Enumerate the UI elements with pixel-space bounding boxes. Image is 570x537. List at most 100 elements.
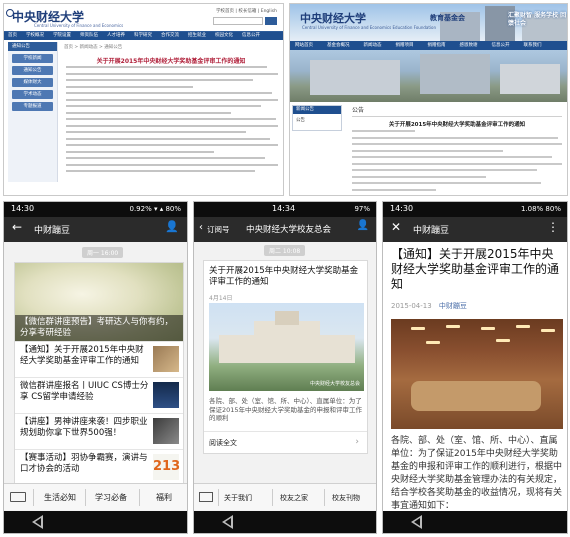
list-item-thumbnail — [153, 346, 179, 372]
keyboard-icon[interactable] — [10, 492, 26, 502]
nav-item[interactable]: 科学研究 — [134, 32, 152, 40]
back-label[interactable]: 订阅号 — [207, 224, 230, 235]
read-more-row[interactable]: 阅读全文 › — [204, 431, 367, 453]
keyboard-icon[interactable] — [199, 492, 213, 502]
list-item-thumbnail — [153, 382, 179, 408]
more-options-icon[interactable]: ⋮ — [547, 220, 559, 234]
hero-caption: 【微信群讲座预告】考研达人与你有约，分享考研经验 — [20, 317, 174, 338]
image-watermark: 中央财经大学校友总会 — [309, 381, 360, 387]
sidebar-item[interactable]: 公告 — [293, 114, 341, 126]
account-title: 中财蹦豆 — [413, 226, 450, 236]
article-date: 2015-04-13 — [391, 302, 432, 310]
nav-item[interactable]: 捐赠指南 — [428, 41, 446, 50]
sidebar-item[interactable]: 媒体财大 — [12, 78, 53, 87]
list-item[interactable]: 微信群讲座报名丨UIUC CS博士分享 CS留学申请经验 — [15, 377, 183, 413]
nav-item[interactable]: 人才培养 — [107, 32, 125, 40]
back-chevron-icon[interactable]: ‹ — [199, 222, 203, 233]
article-meta: 2015-04-13 中财蹦豆 — [391, 301, 467, 311]
close-icon[interactable]: ✕ — [391, 220, 401, 234]
campus-photo — [290, 50, 567, 102]
search-input[interactable] — [213, 17, 263, 25]
system-nav-bar — [383, 511, 567, 533]
article-card: 【微信群讲座预告】考研达人与你有约，分享考研经验 【通知】关于开展2015年中央… — [14, 262, 184, 500]
menu-tab[interactable]: 学习必备 — [95, 492, 127, 503]
menu-tab[interactable]: 校友刊物 — [332, 493, 360, 503]
section-heading: 公告 — [352, 105, 562, 117]
menu-tab[interactable]: 校友之家 — [280, 493, 308, 503]
article-card[interactable]: 关于开展2015年中央财经大学奖助基金评审工作的通知 4月14日 中央财经大学校… — [203, 260, 368, 454]
status-time: 14:30 — [11, 204, 35, 213]
profile-icon[interactable]: 👤 — [357, 220, 369, 231]
status-indicators: 0.92% ▾ ▴ 80% — [129, 205, 182, 213]
nav-item[interactable]: 学院设置 — [53, 32, 71, 40]
nav-item[interactable]: 基金会概况 — [327, 41, 350, 50]
nav-item[interactable]: 联系我们 — [524, 41, 542, 50]
status-bar: 14:34 97% — [194, 202, 376, 217]
account-title: 中财蹦豆 — [34, 226, 71, 236]
app-bar: ‹ 订阅号 中央财经大学校友总会 👤 — [194, 217, 376, 242]
article-summary: 各院、部、处（室、馆、所、中心）、直属单位：为了保证2015年中央财经大学奖助基… — [209, 397, 363, 422]
nav-item[interactable]: 捐赠项目 — [396, 41, 414, 50]
status-indicators: 97% — [354, 205, 370, 213]
account-link[interactable]: 中财蹦豆 — [439, 302, 467, 310]
list-item[interactable]: 【通知】关于开展2015年中央财经大学奖助基金评审工作的通知 — [15, 341, 183, 377]
menu-tab[interactable]: 生活必知 — [44, 492, 76, 503]
status-indicators: 1.08% 80% — [520, 205, 561, 213]
nav-item[interactable]: 校园文化 — [215, 32, 233, 40]
site-slogan: 汇聚财智 服务学校 回馈社会 — [508, 12, 567, 27]
date-stamp: 周一 16:00 — [82, 247, 124, 258]
site-logo[interactable]: 中央财经大学 — [300, 10, 366, 26]
article-title: 【通知】关于开展2015年中央财经大学奖助基金评审工作的通知 — [391, 247, 560, 291]
sidebar-item[interactable]: 专题报道 — [12, 102, 53, 111]
sidebar: 通知公告 学校新闻 通知公告 媒体财大 学术动态 专题报道 — [8, 42, 58, 182]
status-time: 14:30 — [390, 204, 414, 213]
article-body — [66, 66, 278, 177]
site-logo-suffix: 教育基金会 — [430, 14, 465, 22]
nav-item[interactable]: 首页 — [8, 32, 17, 40]
status-bar: 14:30 0.92% ▾ ▴ 80% — [4, 202, 187, 217]
menu-tab[interactable]: 关于我们 — [224, 493, 252, 503]
app-bar: ✕ 中财蹦豆 ⋮ — [383, 217, 567, 242]
article-title: 关于开展2015年中央财经大学奖助基金评审工作的通知 — [388, 122, 526, 128]
hero-article[interactable]: 【微信群讲座预告】考研达人与你有约，分享考研经验 — [15, 263, 183, 341]
profile-icon[interactable]: 👤 — [165, 220, 179, 233]
nav-item[interactable]: 合作交流 — [161, 32, 179, 40]
list-item[interactable]: 【讲座】男神讲座来袭！四步职业规划助你拿下世界500强！ — [15, 413, 183, 449]
menu-bar: 关于我们 校友之家 校友刊物 — [194, 483, 376, 510]
site-logo-subtitle: Central University of Finance and Econom… — [34, 23, 124, 28]
sidebar-item[interactable]: 学术动态 — [12, 90, 53, 99]
status-bar: 14:30 1.08% 80% — [383, 202, 567, 217]
nav-item[interactable]: 师资队伍 — [80, 32, 98, 40]
sidebar-item[interactable]: 通知公告 — [12, 66, 53, 75]
list-item-thumbnail: 213 — [153, 454, 180, 480]
phone-screen-alumni-account: 14:34 97% ‹ 订阅号 中央财经大学校友总会 👤 周二 10:08 关于… — [193, 201, 377, 534]
system-nav-bar — [194, 511, 376, 533]
menu-tab[interactable]: 福利 — [156, 492, 172, 503]
nav-item[interactable]: 感恩致谢 — [460, 41, 478, 50]
sidebar-item[interactable]: 学校新闻 — [12, 54, 53, 63]
nav-item[interactable]: 招生就业 — [188, 32, 206, 40]
back-arrow-icon[interactable]: ← — [12, 220, 22, 234]
nav-item[interactable]: 网站首页 — [295, 41, 313, 50]
web-page-foundation: 中央财经大学 教育基金会 Central University of Finan… — [289, 3, 568, 196]
top-links[interactable]: 学校首页 | 校长信箱 | English — [216, 8, 277, 14]
sidebar: 新闻公告 公告 — [292, 105, 342, 131]
list-item-title: 微信群讲座报名丨UIUC CS博士分享 CS留学申请经验 — [20, 381, 149, 402]
search-button[interactable] — [265, 17, 277, 25]
nav-item[interactable]: 信息公开 — [242, 32, 260, 40]
list-item-thumbnail — [153, 418, 179, 444]
web-page-university: 中央财经大学 Central University of Finance and… — [3, 3, 284, 196]
menu-bar: 生活必知 学习必备 福利 — [4, 483, 187, 510]
phone-screen-article: 14:30 1.08% 80% ✕ 中财蹦豆 ⋮ 【通知】关于开展2015年中央… — [382, 201, 568, 534]
article-body — [352, 130, 562, 195]
nav-item[interactable]: 新闻动态 — [364, 41, 382, 50]
status-time: 14:34 — [272, 204, 296, 213]
list-item-title: 【讲座】男神讲座来袭！四步职业规划助你拿下世界500强！ — [20, 417, 148, 438]
list-item[interactable]: 【赛事活动】羽协争霸赛，演讲与口才协会的活动 213 — [15, 449, 183, 485]
main-nav: 首页 学校概况 学院设置 师资队伍 人才培养 科学研究 合作交流 招生就业 校园… — [4, 32, 283, 40]
breadcrumb[interactable]: 首页 > 新闻动态 > 通知公告 — [64, 44, 122, 50]
meeting-photo — [391, 319, 563, 429]
nav-item[interactable]: 学校概况 — [26, 32, 44, 40]
nav-item[interactable]: 信息公开 — [492, 41, 510, 50]
phone-screen-official-account-list: 14:30 0.92% ▾ ▴ 80% ← 中财蹦豆 👤 周一 16:00 【微… — [3, 201, 188, 534]
